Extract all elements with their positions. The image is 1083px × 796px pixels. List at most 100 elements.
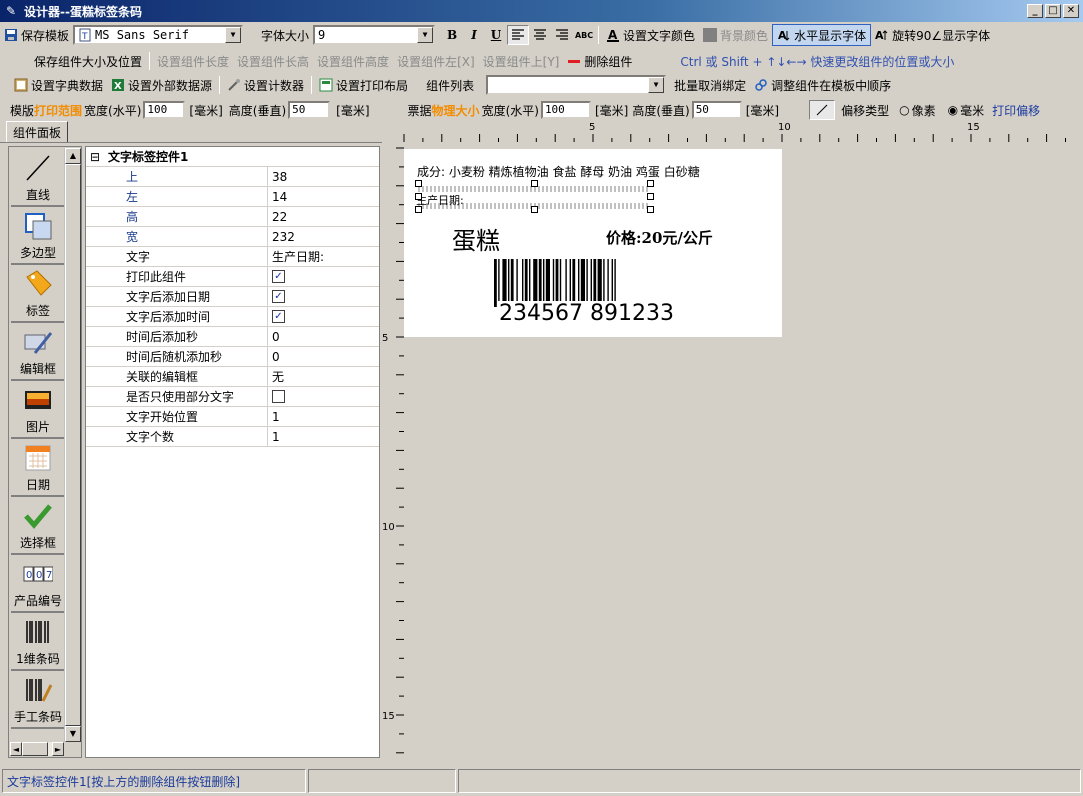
resize-handle[interactable] bbox=[531, 206, 538, 213]
scroll-right-icon[interactable]: ► bbox=[52, 742, 64, 756]
template-height-input[interactable]: 50 bbox=[288, 101, 331, 119]
chevron-down-icon[interactable]: ▼ bbox=[648, 77, 665, 93]
text-color-button[interactable]: A 设置文字颜色 bbox=[602, 24, 699, 46]
set-top-button[interactable]: 设置组件上[Y] bbox=[479, 50, 564, 72]
maximize-button[interactable]: □ bbox=[1045, 4, 1061, 18]
resize-handle[interactable] bbox=[647, 193, 654, 200]
property-row[interactable]: 高 22 bbox=[86, 206, 379, 227]
align-center-button[interactable] bbox=[529, 25, 551, 45]
tab-component-panel[interactable]: 组件面板 bbox=[6, 121, 69, 143]
tool-image[interactable]: 图片 bbox=[11, 381, 65, 439]
property-value[interactable]: 0 bbox=[268, 350, 280, 364]
property-checkbox[interactable] bbox=[272, 390, 285, 403]
property-value[interactable]: 1 bbox=[268, 430, 280, 444]
ingredients-text[interactable]: 成分: 小麦粉 精炼植物油 食盐 酵母 奶油 鸡蛋 白砂糖 bbox=[417, 163, 700, 180]
resize-handle[interactable] bbox=[415, 193, 422, 200]
resize-handle[interactable] bbox=[647, 206, 654, 213]
set-width-button[interactable]: 设置组件长度 bbox=[153, 50, 233, 72]
delete-component-button[interactable]: 删除组件 bbox=[563, 50, 636, 72]
font-size-select[interactable]: 9 ▼ bbox=[313, 25, 436, 45]
close-button[interactable]: ✕ bbox=[1063, 4, 1079, 18]
property-value[interactable]: 0 bbox=[268, 330, 280, 344]
external-data-button[interactable]: X 设置外部数据源 bbox=[107, 74, 216, 96]
save-size-pos-button[interactable]: 保存组件大小及位置 bbox=[6, 50, 146, 72]
property-row[interactable]: 文字后添加时间 ✓ bbox=[86, 306, 379, 327]
tool-product-number[interactable]: 0 0 7 产品编号 bbox=[11, 555, 65, 613]
abc-button[interactable]: ABC bbox=[573, 25, 595, 45]
product-name-text[interactable]: 蛋糕 bbox=[452, 221, 500, 256]
property-value[interactable]: 14 bbox=[268, 190, 287, 204]
property-checkbox[interactable]: ✓ bbox=[272, 310, 285, 323]
scroll-left-icon[interactable]: ◄ bbox=[10, 742, 22, 756]
property-value[interactable]: 生产日期: bbox=[268, 248, 324, 265]
tool-hscrollbar[interactable]: ◄ ► bbox=[10, 742, 64, 756]
property-row[interactable]: 左 14 bbox=[86, 186, 379, 207]
property-value[interactable]: 22 bbox=[268, 210, 287, 224]
bg-color-button[interactable]: 背景颜色 bbox=[699, 24, 772, 46]
minimize-button[interactable]: _ bbox=[1027, 4, 1043, 18]
template-width-input[interactable]: 100 bbox=[143, 101, 186, 119]
tool-line[interactable]: 直线 bbox=[11, 149, 65, 207]
adjust-order-button[interactable]: 调整组件在模板中顺序 bbox=[750, 74, 895, 96]
chevron-down-icon[interactable]: ▼ bbox=[417, 27, 434, 43]
set-left-button[interactable]: 设置组件左[X] bbox=[393, 50, 479, 72]
property-row[interactable]: 关联的编辑框无 bbox=[86, 366, 379, 387]
property-value[interactable]: 1 bbox=[268, 410, 280, 424]
property-value[interactable]: 232 bbox=[268, 230, 295, 244]
font-name-select[interactable]: T MS Sans Serif ▼ bbox=[73, 25, 244, 45]
resize-handle[interactable] bbox=[415, 180, 422, 187]
tool-edit-box[interactable]: 编辑框 bbox=[11, 323, 65, 381]
print-layout-button[interactable]: 设置打印布局 bbox=[315, 74, 412, 96]
property-row[interactable]: 上 38 bbox=[86, 166, 379, 187]
price-text[interactable]: 价格:20元/公斤 bbox=[606, 227, 713, 248]
counter-button[interactable]: 设置计数器 bbox=[223, 74, 308, 96]
component-list-select[interactable]: ▼ bbox=[486, 75, 667, 95]
batch-unbind-button[interactable]: 批量取消绑定 bbox=[670, 74, 750, 96]
selected-component[interactable]: 生产日期: bbox=[415, 180, 654, 213]
property-row[interactable]: 文字个数 1 bbox=[86, 426, 379, 447]
resize-handle[interactable] bbox=[647, 180, 654, 187]
label-canvas[interactable]: 成分: 小麦粉 精炼植物油 食盐 酵母 奶油 鸡蛋 白砂糖 生产日期: 蛋糕 价… bbox=[404, 149, 782, 337]
scroll-down-icon[interactable]: ▼ bbox=[65, 726, 81, 742]
tool-1d-barcode[interactable]: 1维条码 bbox=[11, 613, 65, 671]
print-offset-label[interactable]: 打印偏移 bbox=[992, 102, 1040, 119]
property-row[interactable]: 文字开始位置 1 bbox=[86, 406, 379, 427]
property-checkbox[interactable]: ✓ bbox=[272, 270, 285, 283]
tool-checkbox[interactable]: 选择框 bbox=[11, 497, 65, 555]
scroll-up-icon[interactable]: ▲ bbox=[65, 148, 81, 164]
offset-tool-button[interactable] bbox=[809, 100, 836, 120]
save-template-button[interactable]: 保存模板 bbox=[0, 24, 73, 46]
tool-polygon[interactable]: 多边型 bbox=[11, 207, 65, 265]
align-left-button[interactable] bbox=[507, 25, 530, 45]
set-width-height-button[interactable]: 设置组件长高 bbox=[233, 50, 313, 72]
collapse-icon[interactable]: ⊟ bbox=[86, 150, 104, 164]
dict-data-button[interactable]: 设置字典数据 bbox=[10, 74, 107, 96]
tool-date[interactable]: 日期 bbox=[11, 439, 65, 497]
resize-handle[interactable] bbox=[415, 206, 422, 213]
align-right-button[interactable] bbox=[551, 25, 573, 45]
property-row[interactable]: 宽 232 bbox=[86, 226, 379, 247]
tool-manual-barcode[interactable]: 手工条码 bbox=[11, 671, 65, 729]
paper-height-input[interactable]: 50 bbox=[691, 101, 742, 119]
property-row[interactable]: 时间后添加秒 0 bbox=[86, 326, 379, 347]
tool-label[interactable]: 标签 bbox=[11, 265, 65, 323]
underline-button[interactable]: U bbox=[485, 25, 507, 45]
property-value[interactable]: 无 bbox=[268, 368, 284, 385]
tool-scrollbar[interactable]: ▲ ▼ bbox=[64, 148, 81, 742]
property-row[interactable]: 打印此组件 ✓ bbox=[86, 266, 379, 287]
scroll-thumb[interactable] bbox=[65, 164, 81, 726]
chevron-down-icon[interactable]: ▼ bbox=[225, 27, 242, 43]
bold-button[interactable]: B bbox=[441, 25, 463, 45]
rotate90-button[interactable]: A 旋转90∠显示字体 bbox=[871, 24, 994, 46]
italic-button[interactable]: I bbox=[463, 25, 485, 45]
resize-handle[interactable] bbox=[531, 180, 538, 187]
property-row[interactable]: 是否只使用部分文字 bbox=[86, 386, 379, 407]
paper-width-input[interactable]: 100 bbox=[540, 101, 591, 119]
mm-radio[interactable]: ◉ bbox=[948, 103, 958, 117]
pixel-radio[interactable]: ○ bbox=[899, 103, 909, 117]
property-value[interactable]: 38 bbox=[268, 170, 287, 184]
property-row[interactable]: 文字后添加日期 ✓ bbox=[86, 286, 379, 307]
set-height-button[interactable]: 设置组件高度 bbox=[313, 50, 393, 72]
property-checkbox[interactable]: ✓ bbox=[272, 290, 285, 303]
property-row[interactable]: 时间后随机添加秒 0 bbox=[86, 346, 379, 367]
